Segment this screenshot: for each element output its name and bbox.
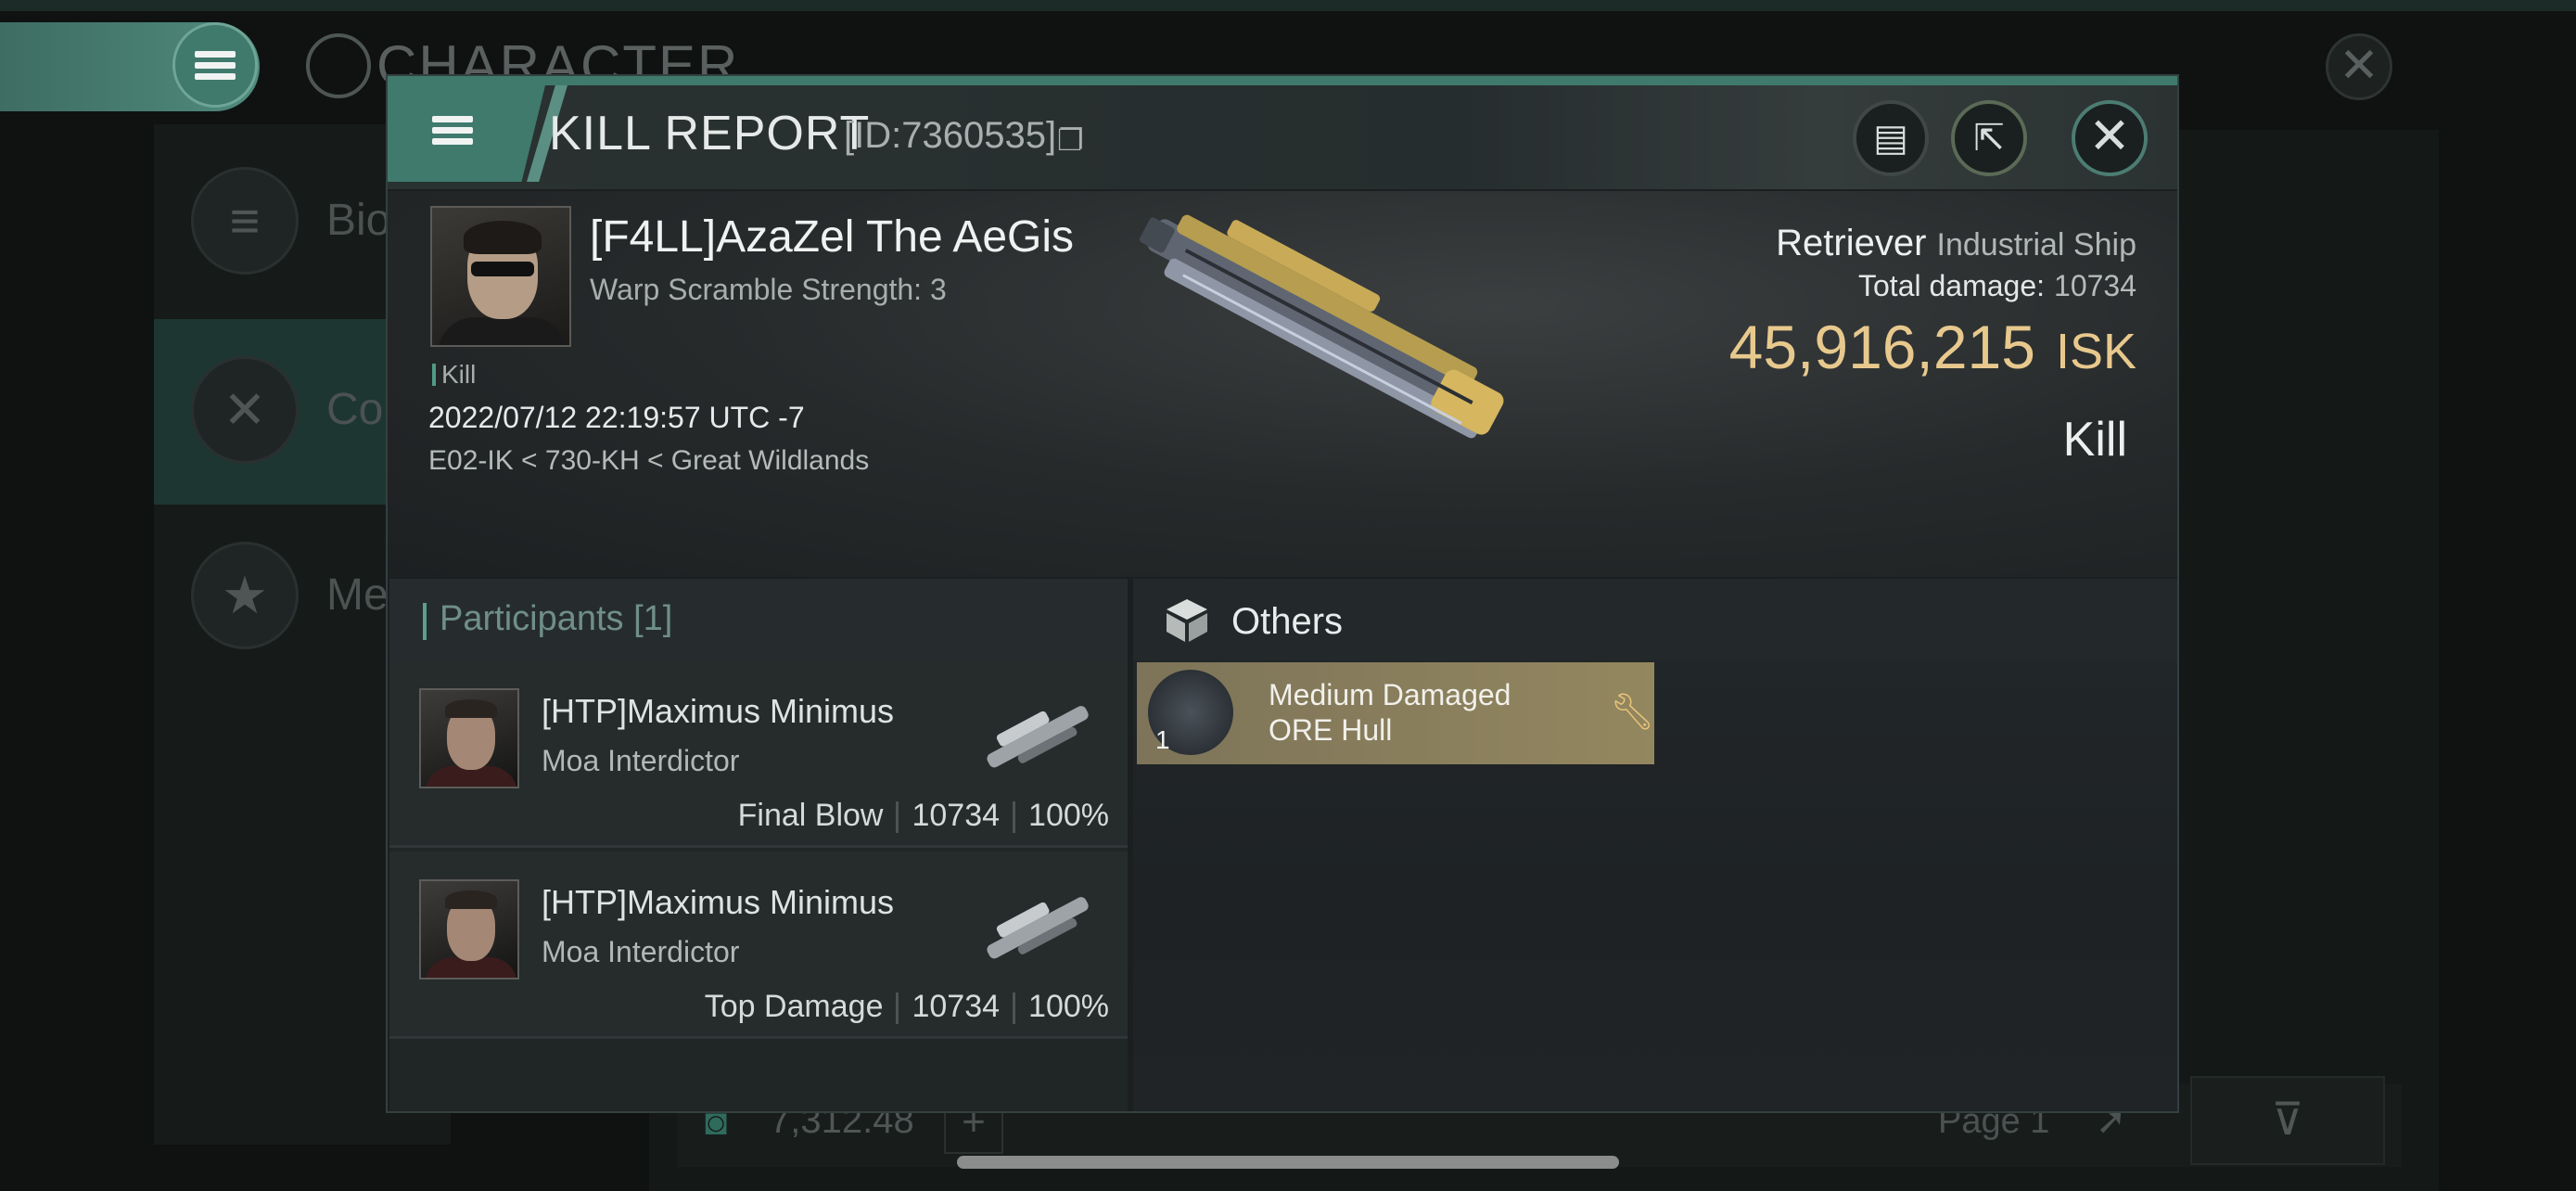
victim-warp-strength: Warp Scramble Strength: 3 (590, 273, 947, 306)
participant-percent: 100% (1028, 798, 1109, 833)
close-icon: ✕ (2088, 109, 2131, 164)
ship-name-text: Retriever (1776, 223, 1927, 263)
kill-location[interactable]: E02-IK < 730-KH < Great Wildlands (428, 445, 869, 477)
ship-image[interactable] (1094, 213, 1530, 464)
result-label: Kill (2062, 413, 2127, 467)
participant-ship: Moa Interdictor (542, 744, 740, 777)
star-icon: ★ (191, 542, 299, 649)
participant-stats: Final Blow 10734 100% (738, 798, 1109, 834)
menu-icon (195, 46, 236, 84)
item-name-line1: Medium Damaged (1269, 678, 1511, 711)
participant-damage: 10734 (912, 798, 1001, 833)
home-indicator[interactable] (957, 1156, 1619, 1169)
bg-nav-label: Co (326, 385, 384, 434)
participant-row[interactable]: [HTP]Maximus Minimus Moa Interdictor Top… (389, 852, 1128, 1039)
modal-accent-line (388, 76, 2177, 85)
report-id: [ID:7360535] (844, 115, 1057, 156)
isk-amount: 45,916,215 (1728, 313, 2035, 381)
others-title: Others (1231, 601, 1344, 642)
modal-title: KILL REPORT (549, 107, 871, 160)
participant-stats: Top Damage 10734 100% (705, 989, 1109, 1025)
character-icon (306, 33, 371, 98)
participant-avatar[interactable] (419, 879, 519, 980)
copy-icon[interactable]: ❐ (1057, 122, 1084, 158)
modal-menu-button[interactable] (388, 85, 545, 182)
isk-value: 45,916,215 ISK (1729, 312, 2136, 382)
bg-menu-button[interactable] (172, 22, 258, 108)
participant-role: Final Blow (737, 798, 884, 833)
kill-timestamp: 2022/07/12 22:19:57 UTC -7 (428, 401, 805, 434)
participant-percent: 100% (1028, 989, 1109, 1024)
item-name: Medium Damaged ORE Hull (1269, 677, 1547, 748)
bg-filter-button[interactable]: ⊽ (2190, 1076, 2385, 1165)
bg-nav-label: Bio (326, 196, 391, 245)
participant-damage: 10734 (912, 989, 1001, 1024)
bg-close-icon[interactable]: ✕ (2326, 33, 2392, 100)
total-damage-value: 10734 (2054, 269, 2136, 302)
isk-unit: ISK (2055, 324, 2136, 379)
list-icon: ≡ (191, 167, 299, 275)
item-name-line2: ORE Hull (1269, 713, 1393, 747)
cube-icon (1167, 599, 1207, 642)
document-icon: ▤ (1873, 118, 1908, 159)
participant-ship-image (987, 706, 1089, 768)
document-button[interactable]: ▤ (1853, 100, 1929, 176)
participant-name: [HTP]Maximus Minimus (542, 883, 895, 921)
share-icon: ⇱ (1973, 118, 2005, 159)
menu-icon (432, 111, 473, 149)
crossed-swords-icon: ✕ (191, 356, 299, 464)
close-button[interactable]: ✕ (2072, 100, 2148, 176)
participant-avatar[interactable] (419, 688, 519, 788)
ship-class: Industrial Ship (1936, 227, 2136, 263)
top-status-bar (0, 0, 2576, 11)
participant-role: Top Damage (704, 989, 884, 1024)
participant-name: [HTP]Maximus Minimus (542, 692, 895, 730)
participant-ship: Moa Interdictor (542, 935, 740, 968)
wrench-icon: 🔧︎ (1610, 693, 1655, 732)
kill-report-modal: KILL REPORT [ID:7360535] ❐ ▤ ⇱ ✕ [F4LL]A… (386, 74, 2179, 1113)
victim-name[interactable]: [F4LL]AzaZel The AeGis (590, 211, 1074, 263)
participants-accent (423, 603, 427, 640)
kill-tag-bar (432, 364, 436, 386)
item-quantity: 1 (1155, 725, 1170, 754)
kill-tag: Kill (441, 360, 477, 389)
total-damage: Total damage: 10734 (1858, 269, 2136, 303)
participant-row[interactable]: [HTP]Maximus Minimus Moa Interdictor Fin… (389, 660, 1128, 848)
participants-title: Participants [1] (440, 599, 673, 638)
participant-ship-image (987, 897, 1089, 959)
share-button[interactable]: ⇱ (1951, 100, 2027, 176)
victim-avatar[interactable] (430, 206, 571, 347)
ship-name[interactable]: Retriever Industrial Ship (1776, 223, 2136, 264)
total-damage-label: Total damage: (1858, 269, 2046, 302)
bg-nav-label: Me (326, 570, 389, 620)
